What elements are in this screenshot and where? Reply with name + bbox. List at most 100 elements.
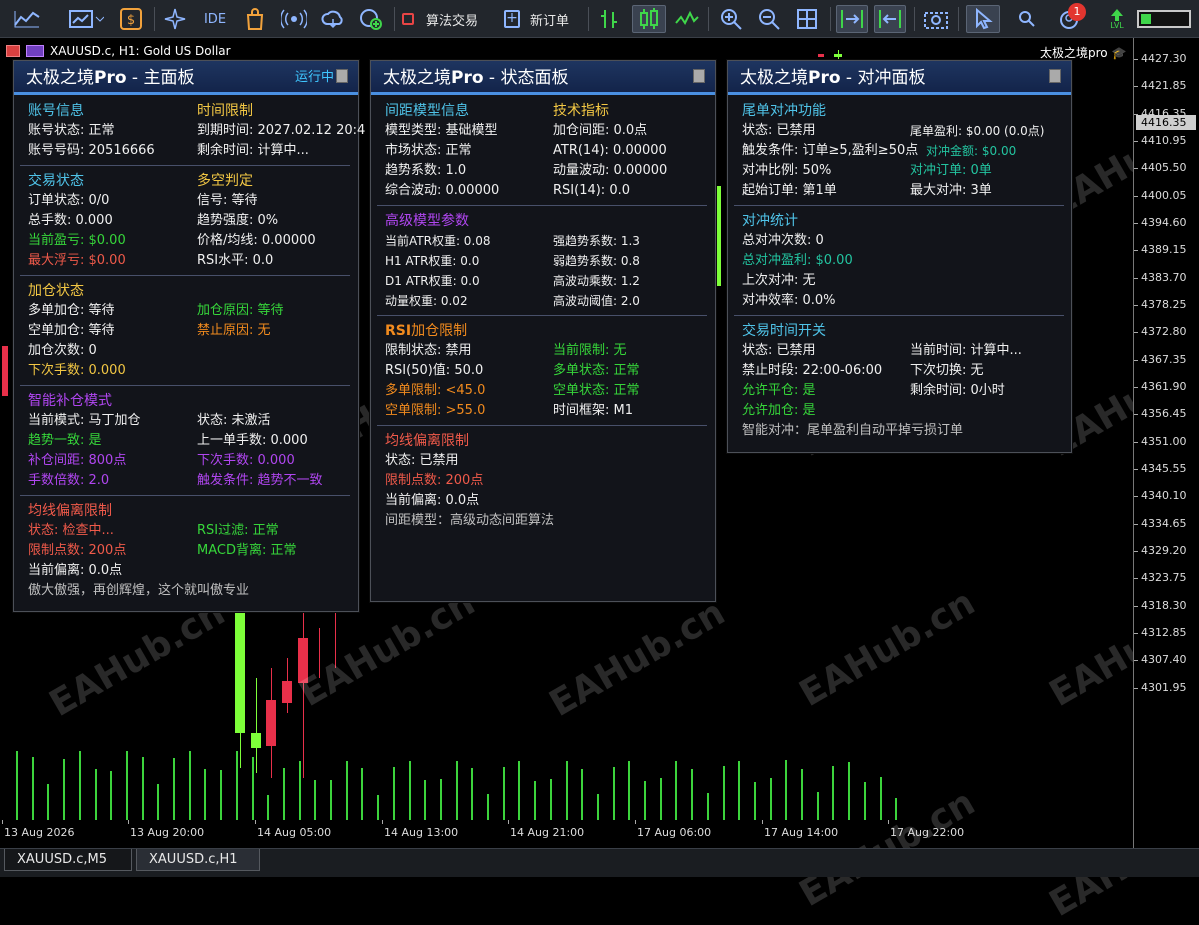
price-tick-label: 4323.75 xyxy=(1141,571,1187,585)
volume-bar xyxy=(110,771,113,820)
advanced-params-heading: 高级模型参数 xyxy=(385,213,469,229)
volume-bar xyxy=(204,769,207,820)
minimize-icon[interactable] xyxy=(336,69,348,83)
tab-xauusd-m5[interactable]: XAUUSD.c,M5 xyxy=(4,849,132,871)
menu-icon[interactable] xyxy=(6,45,20,57)
trade-status-heading: 交易状态 xyxy=(28,173,84,189)
volume-bar xyxy=(738,761,741,820)
price-axis[interactable]: 4427.30 4421.85 4416.35 4410.95 4405.50 4400.… xyxy=(1133,38,1199,848)
level-icon[interactable]: LVL xyxy=(1104,5,1130,33)
model-type: 模型类型: 基础模型 xyxy=(385,123,498,138)
hedge-panel: 太极之境Pro - 对冲面板 尾单对冲功能 状态: 已禁用 尾单盈利: $0.0… xyxy=(727,60,1072,453)
volume-bar xyxy=(141,757,144,820)
total-hedge-profit: 总对冲盈利: $0.00 xyxy=(742,253,853,268)
motto-text: 傲大傲强，再创辉煌，这个就叫傲专业 xyxy=(28,583,250,598)
volume-bar xyxy=(392,767,395,820)
time-tick-mark xyxy=(888,820,889,824)
price-tick-label: 4410.95 xyxy=(1141,133,1187,147)
time-tick-mark xyxy=(635,820,636,824)
status-panel-header[interactable]: 太极之境Pro - 状态面板 xyxy=(371,61,715,95)
time-tick-label: 14 Aug 05:00 xyxy=(257,826,332,839)
time-tick-mark xyxy=(508,820,509,824)
main-panel-header[interactable]: 太极之境Pro - 主面板 运行中 xyxy=(14,61,358,95)
zoom-out-icon[interactable] xyxy=(756,5,782,33)
price-tick-label: 4334.65 xyxy=(1141,516,1187,530)
sparkle-icon[interactable] xyxy=(163,5,187,33)
volume-bar xyxy=(220,770,223,820)
smart-refill-heading: 智能补仓模式 xyxy=(28,393,112,409)
price-tick-label: 4329.20 xyxy=(1141,543,1187,557)
grid-icon[interactable] xyxy=(794,5,820,33)
trigger-condition: 触发条件: 订单≥5,盈利≥50点 xyxy=(742,143,919,158)
candle-body xyxy=(716,186,721,286)
candlestick-icon[interactable] xyxy=(632,5,666,33)
order-status: 订单状态: 0/0 xyxy=(28,193,110,208)
add-gap: 加仓间距: 0.0点 xyxy=(553,123,648,138)
minimize-icon[interactable] xyxy=(693,69,705,83)
price-tick-label: 4318.30 xyxy=(1141,598,1187,612)
total-lots: 总手数: 0.000 xyxy=(28,213,113,228)
candle-body xyxy=(266,700,276,746)
stop-icon xyxy=(402,13,414,25)
time-tick-label: 14 Aug 21:00 xyxy=(510,826,585,839)
account-info-heading: 账号信息 xyxy=(28,103,84,119)
vps-icon[interactable] xyxy=(358,5,384,33)
ban-reason: 禁止原因: 无 xyxy=(197,323,271,338)
price-tick-label: 4372.80 xyxy=(1141,325,1187,339)
bar-chart-icon[interactable] xyxy=(596,5,622,33)
price-tick-mark xyxy=(1134,414,1138,416)
time-axis[interactable]: 13 Aug 2026 13 Aug 20:00 14 Aug 05:00 14 Au… xyxy=(0,820,1133,848)
mode-state: 状态: 未激活 xyxy=(197,413,271,428)
account-icon[interactable]: 1 xyxy=(1056,3,1086,33)
price-tick-mark xyxy=(1134,632,1138,634)
rsi14: RSI(14): 0.0 xyxy=(553,183,630,198)
chart-style-icon[interactable] xyxy=(66,5,106,33)
price-tick-label: 4356.45 xyxy=(1141,407,1187,421)
volume-bar xyxy=(487,794,489,820)
ea-name-label: 太极之境pro 🎓 xyxy=(1040,46,1127,60)
allow-add: 允许加仓: 是 xyxy=(742,403,816,418)
market-state: 市场状态: 正常 xyxy=(385,143,472,158)
minimize-icon[interactable] xyxy=(1049,69,1061,83)
candle-wick xyxy=(256,678,257,773)
price-tick-label: 4394.60 xyxy=(1141,215,1187,229)
price-tick-mark xyxy=(1134,304,1138,306)
start-order: 起始订单: 第1单 xyxy=(742,183,837,198)
cloud-icon[interactable] xyxy=(320,5,346,33)
volume-bar xyxy=(125,751,128,820)
lot-multiplier: 手数倍数: 2.0 xyxy=(28,473,110,488)
hedge-order: 对冲订单: 0单 xyxy=(910,163,992,178)
search-icon[interactable] xyxy=(1016,5,1038,33)
screenshot-icon[interactable] xyxy=(922,5,950,33)
signal-icon[interactable] xyxy=(280,5,308,33)
chart-shift-icon[interactable] xyxy=(874,5,906,33)
market-bag-icon[interactable] xyxy=(244,5,266,33)
time-tick-label: 13 Aug 20:00 xyxy=(130,826,205,839)
zoom-in-icon[interactable] xyxy=(718,5,744,33)
price-tick-mark xyxy=(1134,250,1138,252)
limit-points: 限制点数: 200点 xyxy=(385,473,484,488)
price-tick-label: 4427.30 xyxy=(1141,52,1187,65)
ide-button[interactable]: IDE xyxy=(200,5,230,33)
current-time: 当前时间: 计算中... xyxy=(910,343,1022,358)
line-chart-icon[interactable] xyxy=(674,5,700,33)
hedge-panel-header[interactable]: 太极之境Pro - 对冲面板 xyxy=(728,61,1071,95)
price-tick-mark xyxy=(1134,496,1138,498)
tab-xauusd-h1[interactable]: XAUUSD.c,H1 xyxy=(136,849,260,871)
algo-trading-button[interactable]: 算法交易 xyxy=(402,5,494,33)
running-status: 运行中 xyxy=(294,70,334,85)
total-hedge-count: 总对冲次数: 0 xyxy=(742,233,824,248)
new-order-button[interactable]: + 新订单 xyxy=(504,5,582,33)
dollar-icon[interactable]: $ xyxy=(120,5,142,33)
momentum-weight: 动量权重: 0.02 xyxy=(385,294,468,308)
volume-bar xyxy=(471,768,474,820)
time-tick-label: 14 Aug 13:00 xyxy=(384,826,459,839)
volume-bar xyxy=(848,762,851,820)
tech-indicator-heading: 技术指标 xyxy=(553,103,609,119)
main-toolbar: $ IDE 算法交易 + 新订单 1 LVL xyxy=(0,0,1199,38)
hedge-ratio: 对冲比例: 50% xyxy=(742,163,832,178)
cursor-icon[interactable] xyxy=(966,5,1000,33)
autoscroll-icon[interactable] xyxy=(836,5,868,33)
volume-bar xyxy=(706,793,709,820)
chart-line-icon[interactable] xyxy=(10,5,44,33)
